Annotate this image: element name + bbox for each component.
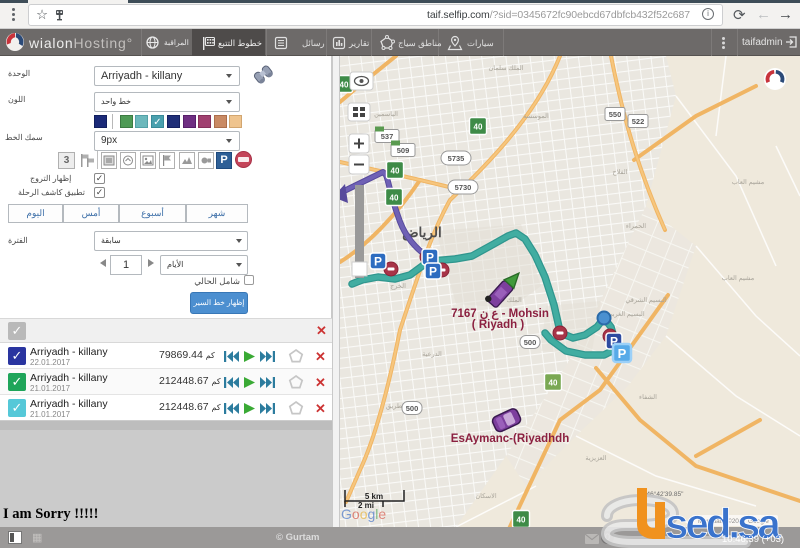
- svg-text:الشفاء: الشفاء: [639, 393, 657, 401]
- svg-text:40: 40: [340, 81, 349, 90]
- svg-text:العزيزية: العزيزية: [585, 454, 606, 462]
- svg-text:537: 537: [381, 132, 394, 141]
- svg-text:EsAymanc-(Riyadhdh: EsAymanc-(Riyadhdh: [451, 433, 569, 445]
- svg-text:40: 40: [474, 123, 483, 132]
- svg-text:5730: 5730: [455, 183, 472, 192]
- svg-text:40: 40: [391, 167, 400, 176]
- svg-text:P: P: [618, 346, 627, 361]
- svg-text:40: 40: [517, 516, 526, 525]
- svg-text:الموسسة: الموسسة: [523, 112, 549, 120]
- svg-text:البسيم الشرقي: البسيم الشرقي: [625, 296, 667, 304]
- svg-text:5735: 5735: [448, 154, 465, 163]
- svg-text:الملك سلمان: الملك سلمان: [488, 64, 523, 72]
- svg-text:الدرعية: الدرعية: [422, 350, 442, 358]
- svg-text:البسيم الغربي: البسيم الغربي: [607, 310, 645, 318]
- svg-text:الاسكان: الاسكان: [475, 492, 496, 500]
- svg-text:مشيم العاب: مشيم العاب: [722, 274, 755, 282]
- svg-text:( Riyadh ): ( Riyadh ): [472, 319, 525, 331]
- svg-text:P: P: [429, 265, 437, 279]
- svg-text:509: 509: [397, 146, 410, 155]
- svg-text:الفلاح: الفلاح: [612, 168, 627, 176]
- svg-text:P: P: [374, 255, 382, 269]
- svg-text:مشيم العاب: مشيم العاب: [732, 178, 765, 186]
- svg-text:40: 40: [390, 194, 399, 203]
- svg-text:الخرج: الخرج: [390, 282, 406, 290]
- svg-text:500: 500: [406, 404, 419, 413]
- svg-text:550: 550: [609, 110, 622, 119]
- svg-text:522: 522: [632, 117, 645, 126]
- svg-text:Google: Google: [341, 506, 386, 522]
- svg-text:الحمراء: الحمراء: [626, 222, 646, 230]
- svg-text:40: 40: [549, 379, 558, 388]
- svg-text:الياسمين: الياسمين: [374, 110, 398, 118]
- svg-text:500: 500: [524, 338, 537, 347]
- svg-text:5 km: 5 km: [365, 492, 383, 501]
